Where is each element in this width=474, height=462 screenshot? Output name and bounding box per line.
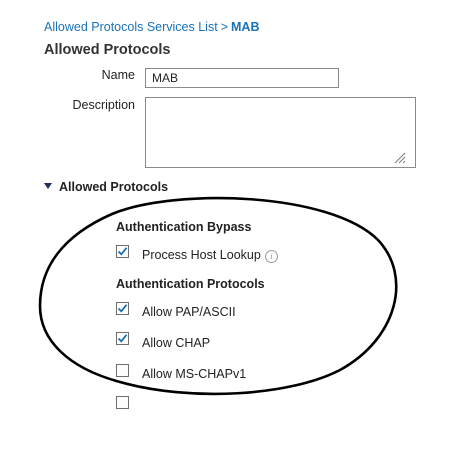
allowed-protocols-section-toggle[interactable]: Allowed Protocols bbox=[44, 180, 168, 194]
allow-ms-chapv1-label: Allow MS-CHAPv1 bbox=[142, 367, 247, 381]
allow-chap-label: Allow CHAP bbox=[142, 336, 211, 350]
name-label: Name bbox=[101, 68, 135, 82]
breadcrumb-link-services-list[interactable]: Allowed Protocols Services List bbox=[44, 20, 218, 34]
breadcrumb: Allowed Protocols Services List > MAB bbox=[44, 20, 259, 34]
process-host-lookup-label: Process Host Lookup i bbox=[142, 248, 278, 263]
checkmark-icon bbox=[117, 247, 128, 256]
allow-pap-ascii-checkbox[interactable] bbox=[116, 302, 129, 315]
page-title: Allowed Protocols bbox=[44, 42, 171, 58]
checkmark-icon bbox=[117, 334, 128, 343]
next-protocol-checkbox[interactable] bbox=[116, 396, 129, 409]
resize-grip-icon[interactable] bbox=[392, 150, 406, 164]
authentication-protocols-heading: Authentication Protocols bbox=[116, 277, 265, 291]
info-icon[interactable]: i bbox=[264, 250, 278, 263]
checkmark-icon bbox=[117, 304, 128, 313]
allow-pap-ascii-label: Allow PAP/ASCII bbox=[142, 305, 236, 319]
authentication-bypass-heading: Authentication Bypass bbox=[116, 220, 252, 234]
process-host-lookup-checkbox[interactable] bbox=[116, 245, 129, 258]
name-field[interactable] bbox=[145, 68, 339, 88]
allow-chap-checkbox[interactable] bbox=[116, 332, 129, 345]
description-label: Description bbox=[72, 98, 135, 112]
section-title: Allowed Protocols bbox=[59, 180, 169, 194]
breadcrumb-separator: > bbox=[220, 20, 228, 34]
allow-ms-chapv1-checkbox[interactable] bbox=[116, 364, 129, 377]
breadcrumb-current: MAB bbox=[231, 20, 260, 34]
chevron-down-icon bbox=[44, 183, 52, 189]
description-field[interactable] bbox=[145, 97, 416, 168]
